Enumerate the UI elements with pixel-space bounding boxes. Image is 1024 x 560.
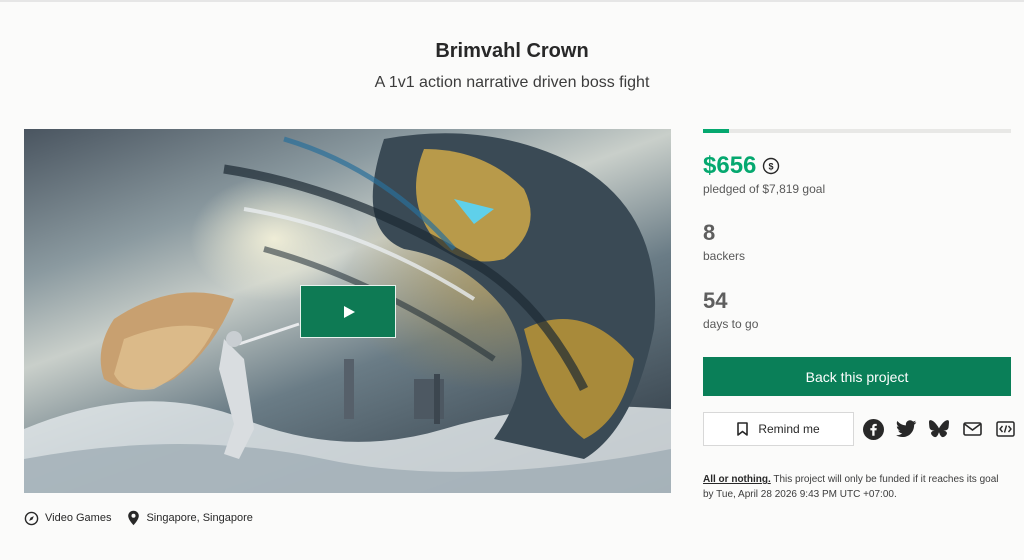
project-video[interactable] — [24, 129, 671, 493]
map-pin-icon — [128, 510, 140, 526]
backers-label: backers — [703, 249, 746, 263]
location-link[interactable]: Singapore, Singapore — [127, 510, 253, 526]
funding-progress-bar — [703, 129, 1011, 133]
twitter-icon[interactable] — [895, 418, 917, 440]
pledged-amount-row: $656 $ — [703, 152, 780, 180]
play-icon — [344, 305, 355, 318]
all-or-nothing-link[interactable]: All or nothing. — [703, 474, 771, 485]
currency-conversion-icon[interactable]: $ — [762, 157, 780, 175]
category-label: Video Games — [45, 512, 112, 524]
category-link[interactable]: Video Games — [24, 511, 111, 526]
play-video-button[interactable] — [300, 285, 396, 338]
bookmark-icon — [737, 422, 749, 436]
top-divider — [0, 0, 1024, 6]
remind-me-label: Remind me — [758, 422, 820, 436]
email-icon[interactable] — [961, 418, 983, 440]
embed-icon[interactable] — [994, 418, 1016, 440]
days-to-go-count: 54 — [703, 288, 728, 313]
remind-me-button[interactable]: Remind me — [703, 412, 854, 446]
pledged-amount: $656 — [703, 152, 757, 179]
compass-icon — [24, 511, 39, 525]
share-icons — [862, 418, 1024, 440]
project-meta: Video Games Singapore, Singapore — [24, 510, 269, 526]
pledged-goal-text: pledged of $7,819 goal — [703, 182, 826, 196]
svg-text:$: $ — [769, 162, 774, 172]
funding-progress-fill — [703, 129, 729, 133]
back-project-button[interactable]: Back this project — [703, 357, 1011, 396]
bluesky-icon[interactable] — [928, 418, 950, 440]
funding-terms: All or nothing. This project will only b… — [703, 472, 1011, 502]
backers-count: 8 — [703, 220, 716, 245]
location-label: Singapore, Singapore — [146, 512, 253, 524]
project-title: Brimvahl Crown — [435, 40, 589, 62]
facebook-icon[interactable] — [862, 418, 884, 440]
project-subtitle: A 1v1 action narrative driven boss fight — [374, 74, 650, 91]
days-to-go-label: days to go — [703, 317, 759, 331]
